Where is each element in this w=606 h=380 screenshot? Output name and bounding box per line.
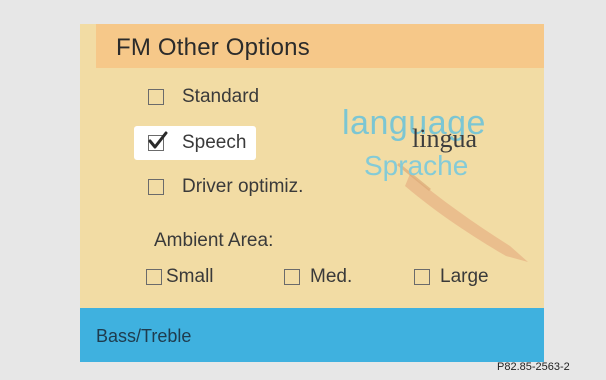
title-bar: FM Other Options — [96, 24, 544, 68]
ambient-area-label: Ambient Area: — [154, 230, 274, 251]
ambient-option-med-label: Med. — [310, 266, 353, 287]
panel-title: FM Other Options — [116, 34, 310, 61]
option-driver-optimiz[interactable]: Driver optimiz. — [148, 170, 303, 204]
option-driver-optimiz-label: Driver optimiz. — [182, 176, 304, 197]
option-speech-label: Speech — [182, 132, 247, 153]
option-standard[interactable]: Standard — [148, 80, 259, 114]
bass-treble-item[interactable]: Bass/Treble — [80, 308, 544, 362]
checkmark-icon — [148, 131, 168, 149]
option-speech[interactable]: Speech — [134, 126, 257, 160]
large-checkbox[interactable] — [414, 269, 430, 285]
bass-treble-label: Bass/Treble — [96, 326, 192, 346]
small-checkbox[interactable] — [146, 269, 162, 285]
ambient-option-small[interactable]: Small — [146, 260, 214, 294]
speech-checkbox[interactable] — [148, 131, 168, 151]
ambient-option-small-label: Small — [166, 266, 214, 287]
driver-optimiz-checkbox[interactable] — [148, 179, 164, 195]
option-standard-label: Standard — [182, 86, 260, 107]
ambient-option-large[interactable]: Large — [414, 260, 489, 294]
med-checkbox[interactable] — [284, 269, 300, 285]
ambient-option-large-label: Large — [440, 266, 489, 287]
ambient-option-med[interactable]: Med. — [284, 260, 352, 294]
screen-frame: FM Other Options language lingua Sprache… — [0, 0, 606, 380]
fm-options-panel: FM Other Options language lingua Sprache… — [80, 24, 544, 362]
figure-code: P82.85-2563-2 — [497, 361, 570, 373]
standard-checkbox[interactable] — [148, 89, 164, 105]
decor-word-sprache: Sprache — [364, 150, 469, 181]
